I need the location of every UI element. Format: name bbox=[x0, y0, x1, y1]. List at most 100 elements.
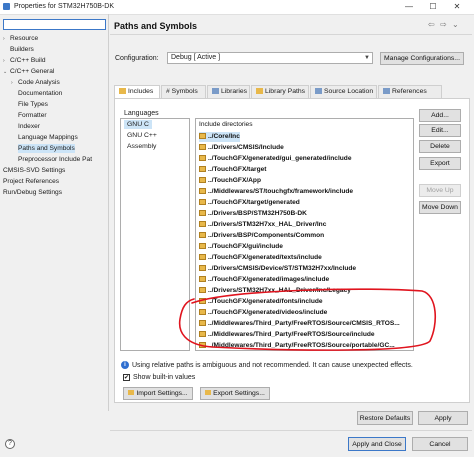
tab-source-location[interactable]: Source Location bbox=[310, 85, 377, 98]
tab-symbols[interactable]: # Symbols bbox=[161, 85, 206, 98]
sidebar-item-resource[interactable]: › Resource bbox=[3, 34, 38, 43]
export-settings-button[interactable]: Export Settings... bbox=[200, 387, 270, 400]
tab-libraries[interactable]: Libraries bbox=[207, 85, 250, 98]
configuration-select[interactable]: Debug [ Active ] ▼ bbox=[167, 52, 373, 64]
tab-label: Source Location bbox=[324, 88, 374, 95]
include-path: ../Core/Inc bbox=[208, 133, 240, 140]
filter-input[interactable] bbox=[3, 19, 106, 30]
sidebar-item-preprocessor-include[interactable]: Preprocessor Include Pat bbox=[18, 155, 92, 164]
sidebar-item-label: Run/Debug Settings bbox=[3, 189, 63, 196]
export-button[interactable]: Export bbox=[419, 157, 461, 170]
back-arrow-icon[interactable]: ⇦ bbox=[428, 20, 435, 29]
list-item[interactable]: ../TouchGFX/App bbox=[199, 176, 261, 186]
folder-icon bbox=[199, 188, 206, 194]
sidebar-item-paths-and-symbols[interactable]: Paths and Symbols bbox=[18, 144, 75, 153]
sidebar-item-cpp-general[interactable]: ⌄ C/C++ General bbox=[3, 67, 54, 76]
sidebar-item-label: Project References bbox=[3, 178, 60, 185]
sidebar-item-file-types[interactable]: File Types bbox=[18, 100, 48, 109]
folder-icon bbox=[199, 221, 206, 227]
info-icon: i bbox=[121, 361, 129, 369]
edit-button[interactable]: Edit... bbox=[419, 124, 461, 137]
sidebar-item-indexer[interactable]: Indexer bbox=[18, 122, 40, 131]
apply-button[interactable]: Apply bbox=[418, 411, 468, 425]
folder-icon bbox=[199, 210, 206, 216]
tab-references[interactable]: References bbox=[378, 85, 442, 98]
apply-and-close-button[interactable]: Apply and Close bbox=[348, 437, 406, 451]
maximize-button[interactable]: ☐ bbox=[422, 1, 444, 13]
menu-chevron-icon[interactable]: ⌄ bbox=[452, 20, 459, 29]
list-item[interactable]: ../TouchGFX/generated/texts/include bbox=[199, 253, 322, 263]
sidebar-item-label: C/C++ General bbox=[10, 68, 55, 75]
cancel-button[interactable]: Cancel bbox=[412, 437, 468, 451]
list-item[interactable]: ../Drivers/STM32H7xx_HAL_Driver/Inc bbox=[199, 220, 326, 230]
close-button[interactable]: ✕ bbox=[446, 1, 468, 13]
tab-label: Library Paths bbox=[265, 88, 306, 95]
delete-button[interactable]: Delete bbox=[419, 140, 461, 153]
chevron-right-icon[interactable]: › bbox=[3, 57, 10, 66]
move-up-button[interactable]: Move Up bbox=[419, 184, 461, 197]
language-assembly[interactable]: Assembly bbox=[124, 142, 159, 151]
list-item[interactable]: ../TouchGFX/gui/include bbox=[199, 242, 283, 252]
list-item[interactable]: ../Drivers/CMSIS/Include bbox=[199, 143, 284, 153]
list-item[interactable]: ../Middlewares/ST/touchgfx/framework/inc… bbox=[199, 187, 353, 197]
include-directories-header: Include directories bbox=[199, 121, 253, 128]
tab-label: # Symbols bbox=[166, 88, 198, 95]
sidebar-item-cmsis-svd[interactable]: CMSIS-SVD Settings bbox=[3, 166, 65, 175]
sidebar-item-label: Preprocessor Include Pat bbox=[18, 156, 93, 163]
chevron-down-icon[interactable]: ⌄ bbox=[3, 68, 10, 77]
help-icon[interactable]: ? bbox=[5, 439, 15, 449]
window-title: Properties for STM32H750B-DK bbox=[14, 3, 114, 10]
include-path: ../TouchGFX/target bbox=[208, 166, 267, 173]
sidebar-item-label: Resource bbox=[10, 35, 39, 42]
restore-defaults-button[interactable]: Restore Defaults bbox=[357, 411, 413, 425]
library-paths-icon bbox=[256, 88, 263, 94]
list-item[interactable]: ../Drivers/BSP/STM32H750B-DK bbox=[199, 209, 307, 219]
chevron-right-icon[interactable]: › bbox=[3, 35, 10, 44]
sidebar-item-documentation[interactable]: Documentation bbox=[18, 89, 62, 98]
sidebar-item-label: C/C++ Build bbox=[10, 57, 46, 64]
sidebar-item-builders[interactable]: Builders bbox=[3, 45, 34, 54]
chevron-down-icon[interactable]: ▼ bbox=[364, 53, 370, 63]
manage-configurations-button[interactable]: Manage Configurations... bbox=[380, 52, 464, 65]
list-item[interactable]: ../Core/Inc bbox=[199, 132, 240, 142]
export-icon bbox=[205, 390, 212, 395]
include-path: ../TouchGFX/gui/include bbox=[208, 243, 283, 250]
header-divider bbox=[110, 34, 472, 35]
folder-icon bbox=[199, 166, 206, 172]
chevron-right-icon[interactable]: › bbox=[11, 79, 18, 88]
sidebar-item-cpp-build[interactable]: › C/C++ Build bbox=[3, 56, 46, 65]
tab-library-paths[interactable]: Library Paths bbox=[251, 85, 309, 98]
language-gnu-cpp[interactable]: GNU C++ bbox=[124, 131, 160, 140]
folder-icon bbox=[199, 243, 206, 249]
sidebar-item-label: Documentation bbox=[18, 90, 63, 97]
sidebar-item-code-analysis[interactable]: › Code Analysis bbox=[11, 78, 60, 87]
import-settings-button[interactable]: Import Settings... bbox=[123, 387, 193, 400]
add-button[interactable]: Add... bbox=[419, 109, 461, 122]
sidebar-item-run-debug[interactable]: Run/Debug Settings bbox=[3, 188, 62, 197]
list-item[interactable]: ../TouchGFX/generated/gui_generated/incl… bbox=[199, 154, 352, 164]
list-item[interactable]: ../TouchGFX/generated/images/include bbox=[199, 275, 329, 285]
folder-icon bbox=[199, 155, 206, 161]
footer-divider bbox=[110, 430, 472, 431]
forward-arrow-icon[interactable]: ⇨ bbox=[440, 20, 447, 29]
sidebar-item-formatter[interactable]: Formatter bbox=[18, 111, 47, 120]
folder-icon bbox=[199, 254, 206, 260]
list-item[interactable]: ../TouchGFX/target bbox=[199, 165, 267, 175]
include-path: ../TouchGFX/generated/images/include bbox=[208, 276, 330, 283]
sidebar-item-label: Language Mappings bbox=[18, 134, 78, 141]
show-builtin-checkbox[interactable]: ✔ bbox=[123, 374, 130, 381]
sidebar-item-label: Builders bbox=[10, 46, 34, 53]
minimize-button[interactable]: — bbox=[398, 1, 420, 13]
include-path: ../TouchGFX/App bbox=[208, 177, 261, 184]
sidebar-item-project-references[interactable]: Project References bbox=[3, 177, 59, 186]
list-item[interactable]: ../Drivers/CMSIS/Device/ST/STM32H7xx/Inc… bbox=[199, 264, 356, 274]
folder-icon bbox=[199, 232, 206, 238]
sidebar-divider[interactable] bbox=[108, 14, 109, 411]
list-item[interactable]: ../Drivers/BSP/Components/Common bbox=[199, 231, 324, 241]
sidebar-item-label: Code Analysis bbox=[18, 79, 60, 86]
move-down-button[interactable]: Move Down bbox=[419, 201, 461, 214]
language-gnu-c[interactable]: GNU C bbox=[124, 120, 152, 129]
list-item[interactable]: ../TouchGFX/target/generated bbox=[199, 198, 300, 208]
sidebar-item-language-mappings[interactable]: Language Mappings bbox=[18, 133, 78, 142]
tab-includes[interactable]: Includes bbox=[114, 85, 160, 99]
